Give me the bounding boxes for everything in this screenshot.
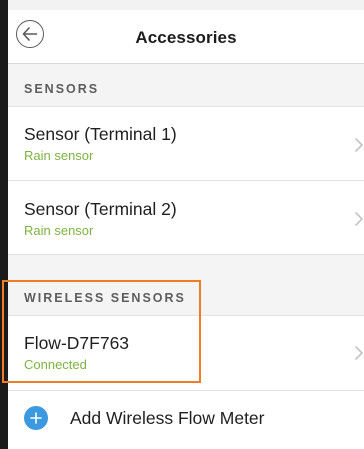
item-title: Sensor (Terminal 2) (24, 199, 177, 219)
accessories-screen: Accessories SENSORS Sensor (Terminal 1) … (8, 0, 364, 449)
page-title: Accessories (135, 28, 237, 47)
status-strip (8, 0, 364, 10)
list-item-sensor-terminal-2[interactable]: Sensor (Terminal 2) Rain sensor (8, 181, 364, 255)
chevron-right-icon (355, 212, 363, 226)
item-title: Sensor (Terminal 1) (24, 124, 177, 144)
navigation-bar: Accessories (8, 0, 364, 64)
section-header-sensors: SENSORS (8, 64, 364, 107)
section-label: SENSORS (24, 82, 100, 96)
item-subtitle: Rain sensor (24, 223, 94, 238)
add-wireless-flow-meter-button[interactable]: Add Wireless Flow Meter (8, 392, 364, 449)
item-subtitle: Rain sensor (24, 148, 94, 163)
list-item-flow-meter[interactable]: Flow-D7F763 Connected (8, 316, 364, 391)
plus-circle-icon (24, 406, 48, 430)
app-screen: Accessories SENSORS Sensor (Terminal 1) … (0, 0, 364, 449)
chevron-right-icon (355, 346, 363, 360)
chevron-right-icon (355, 138, 363, 152)
window-edge (0, 0, 8, 449)
list-item-sensor-terminal-1[interactable]: Sensor (Terminal 1) Rain sensor (8, 107, 364, 181)
add-label: Add Wireless Flow Meter (70, 408, 265, 428)
status-badge: Connected (24, 357, 87, 372)
item-title: Flow-D7F763 (24, 333, 130, 353)
section-label: WIRELESS SENSORS (24, 291, 186, 305)
section-header-wireless-sensors: WIRELESS SENSORS (8, 255, 364, 316)
